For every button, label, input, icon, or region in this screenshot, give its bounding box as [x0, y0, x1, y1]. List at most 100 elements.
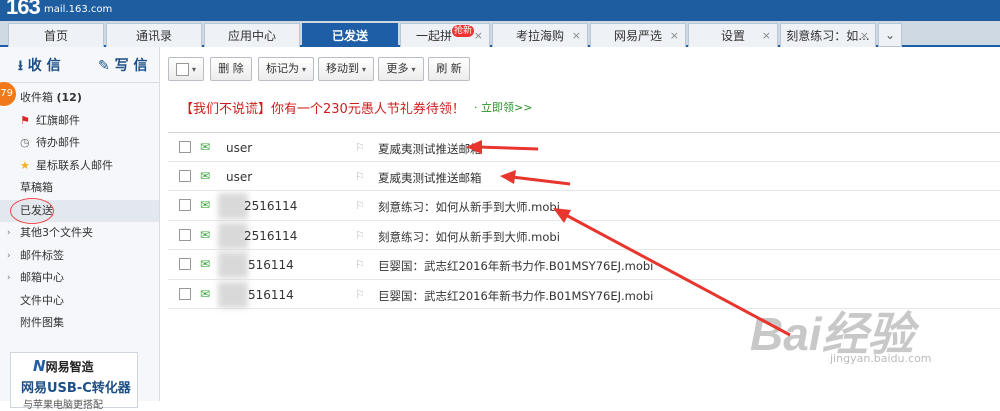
sidebar-ad[interactable]: N网易智造 网易USB-C转化器 与苹果电脑更搭配 [10, 352, 138, 411]
download-icon: ⭳ [18, 58, 23, 74]
sidebar: ⭳ 收 信 ✎ 写 信 79 收件箱 (12) ⚑ 红旗邮件 ◷ 待办邮件 ★ 星标联… [0, 47, 160, 411]
close-icon[interactable]: × [670, 24, 679, 48]
sidebar-item-inbox[interactable]: 收件箱 (12) [0, 87, 159, 110]
mail-subject: 刻意练习：如何从新手到大师.mobi [378, 229, 560, 244]
tab-kaola[interactable]: 考拉海购 × [492, 23, 588, 47]
blurred-region [218, 252, 248, 278]
highlight-circle [10, 197, 54, 224]
chevron-right-icon: › [7, 250, 11, 261]
ad-title: 网易USB-C转化器 [21, 381, 131, 396]
mail-row[interactable]: ✉ 2516114 ⚐ 刻意练习：如何从新手到大师.mobi [168, 221, 1000, 250]
compose-button[interactable]: ✎ 写 信 [98, 55, 147, 75]
checkbox[interactable] [179, 228, 191, 241]
mail-recipient: 516114 [248, 287, 294, 302]
checkbox[interactable] [179, 199, 191, 211]
sidebar-item-other-folders[interactable]: › 其他3个文件夹 [0, 222, 159, 245]
select-all-checkbox[interactable]: ▾ [168, 57, 204, 81]
mail-subject: 巨婴国：武志红2016年新书力作.B01MSY76EJ.mobi [378, 259, 654, 273]
promo-claim-link[interactable]: · 立即领>> [474, 99, 532, 115]
new-badge: 抢新 [452, 25, 475, 37]
mail-subject: 刻意练习：如何从新手到大师.mobi [378, 200, 560, 214]
compose-row: ⭳ 收 信 ✎ 写 信 [0, 47, 159, 83]
chevron-down-icon: ⌄ [884, 28, 896, 42]
logo: 163 [6, 0, 41, 19]
mark-as-dropdown[interactable]: 标记为 ▾ [258, 57, 314, 81]
sent-mail-icon: ✉ [200, 286, 211, 301]
sidebar-item-file-center[interactable]: 文件中心 [0, 290, 159, 313]
sidebar-item-flagged[interactable]: ⚑ 红旗邮件 [0, 110, 159, 133]
flag-icon[interactable]: ⚐ [355, 170, 365, 183]
chevron-down-icon: ▾ [191, 65, 196, 74]
sidebar-item-sent[interactable]: 已发送 [0, 197, 159, 224]
inbox-count: (12) [56, 91, 82, 104]
ad-brand: N网易智造 [33, 357, 94, 375]
tab-home[interactable]: 首页 [8, 23, 104, 47]
sidebar-item-attachments[interactable]: 附件图集 [0, 312, 159, 335]
tab-mail-read[interactable]: 刻意练习：如... × [780, 23, 876, 47]
checkbox[interactable] [175, 62, 189, 76]
refresh-button[interactable]: 刷 新 [428, 57, 470, 81]
blurred-region [218, 281, 248, 308]
tab-yanxuan[interactable]: 网易严选 × [590, 23, 686, 47]
chevron-down-icon: ▾ [411, 65, 416, 74]
delete-button[interactable]: 删 除 [210, 57, 252, 81]
mail-row[interactable]: ✉ 2516114 ⚐ 刻意练习：如何从新手到大师.mobi [168, 191, 1000, 221]
logo-domain: mail.163.com [44, 4, 113, 15]
close-icon[interactable]: × [572, 24, 581, 48]
checkbox[interactable] [179, 287, 191, 300]
folder-list: 收件箱 (12) ⚑ 红旗邮件 ◷ 待办邮件 ★ 星标联系人邮件 草稿箱 已发送 › 其… [0, 87, 159, 335]
mail-row[interactable]: ✉ 516114 ⚐ 巨婴国：武志红2016年新书力作.B01MSY76EJ.m… [168, 250, 1000, 280]
sent-mail-icon: ✉ [200, 198, 211, 212]
sent-mail-icon: ✉ [200, 140, 211, 154]
sent-mail-icon: ✉ [200, 168, 211, 183]
tab-contacts[interactable]: 通讯录 [106, 23, 202, 47]
sidebar-item-labels[interactable]: › 邮件标签 [0, 245, 159, 268]
sent-mail-icon: ✉ [200, 257, 211, 271]
chevron-down-icon: ▾ [301, 65, 306, 74]
move-to-dropdown[interactable]: 移动到 ▾ [318, 57, 374, 81]
flag-icon[interactable]: ⚐ [355, 141, 365, 154]
chevron-right-icon: › [7, 228, 11, 238]
checkbox[interactable] [179, 169, 191, 182]
baidu-watermark-url: jingyan.baidu.com [830, 352, 932, 365]
flag-icon[interactable]: ⚐ [355, 229, 365, 242]
mail-recipient: user [226, 169, 253, 184]
mail-subject: 巨婴国：武志红2016年新书力作.B01MSY76EJ.mobi [378, 288, 654, 303]
sidebar-item-starred[interactable]: ★ 星标联系人邮件 [0, 155, 159, 178]
more-dropdown[interactable]: 更多 ▾ [378, 57, 424, 81]
checkbox[interactable] [179, 141, 191, 153]
close-icon[interactable]: × [860, 24, 869, 48]
mail-subject: 夏威夷测试推送邮箱 [378, 142, 482, 156]
mail-list: ✉ user ⚐ 夏威夷测试推送邮箱 ✉ user ⚐ 夏威夷测试推送邮箱 ✉ … [168, 132, 1000, 309]
mail-recipient: 516114 [248, 258, 294, 272]
close-icon[interactable]: × [762, 24, 771, 48]
netease-logo-icon: N [33, 357, 46, 375]
top-bar: 163 mail.163.com [0, 0, 1000, 21]
tab-app-center[interactable]: 应用中心 [204, 23, 300, 47]
tab-settings[interactable]: 设置 × [688, 23, 778, 47]
clock-icon: ◷ [20, 136, 30, 149]
sidebar-item-drafts[interactable]: 草稿箱 [0, 177, 159, 200]
red-flag-icon: ⚑ [20, 113, 30, 127]
mail-row[interactable]: ✉ user ⚐ 夏威夷测试推送邮箱 [168, 162, 1000, 191]
tab-yiqipin[interactable]: 一起拼 抢新 × [400, 23, 490, 47]
flag-icon[interactable]: ⚐ [355, 199, 365, 212]
dot-icon: · [474, 101, 481, 114]
sent-mail-icon: ✉ [200, 227, 211, 242]
chevron-right-icon: › [7, 273, 11, 283]
ad-subtitle: 与苹果电脑更搭配 [23, 400, 103, 411]
sidebar-item-todo[interactable]: ◷ 待办邮件 [0, 132, 159, 155]
mail-subject: 夏威夷测试推送邮箱 [378, 170, 482, 185]
checkbox[interactable] [179, 258, 191, 270]
flag-icon[interactable]: ⚐ [355, 288, 365, 301]
flag-icon[interactable]: ⚐ [355, 258, 365, 271]
close-icon[interactable]: × [474, 24, 483, 48]
sidebar-item-mail-center[interactable]: › 邮箱中心 [0, 267, 159, 290]
mail-row[interactable]: ✉ user ⚐ 夏威夷测试推送邮箱 [168, 132, 1000, 162]
promo-banner[interactable]: 【我们不说谎】你有一个230元愚人节礼券待领！ [180, 98, 465, 117]
tab-overflow-dropdown[interactable]: ⌄ [878, 23, 902, 47]
receive-button[interactable]: ⭳ 收 信 [18, 55, 61, 79]
mail-recipient: user [226, 141, 253, 155]
tab-sent[interactable]: 已发送 [302, 23, 398, 47]
mail-recipient: 2516114 [244, 228, 298, 243]
